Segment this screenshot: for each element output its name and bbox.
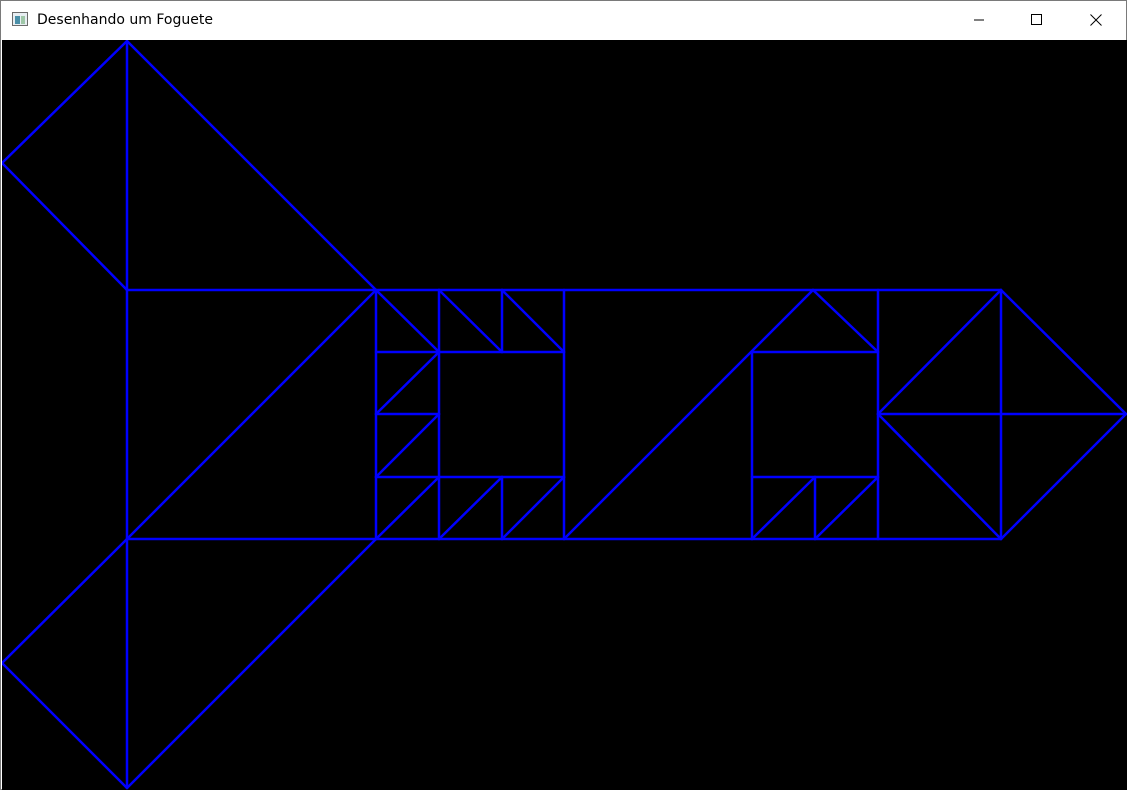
drawing-canvas <box>2 40 1127 790</box>
module-1-line <box>500 475 566 541</box>
window-title: Desenhando um Foguete <box>37 12 213 28</box>
nose-line <box>876 412 1003 541</box>
lower-fin-line <box>2 661 129 790</box>
module-1-line <box>374 288 441 354</box>
module-1-line <box>437 475 504 541</box>
app-window: Desenhando um Foguete <box>0 0 1127 790</box>
minimize-icon <box>974 19 984 21</box>
upper-fin-line <box>125 40 378 292</box>
nose-line <box>876 288 1003 416</box>
rocket-drawing <box>2 40 1127 790</box>
upper-fin-line <box>2 40 129 165</box>
minimize-button[interactable] <box>956 1 1002 39</box>
nose-line <box>999 412 1127 541</box>
lower-fin-line <box>125 537 378 790</box>
module-2-line <box>811 288 880 354</box>
module-1-line <box>500 288 566 354</box>
tail-block-line <box>125 288 378 541</box>
close-icon <box>1090 14 1102 26</box>
close-button[interactable] <box>1073 1 1119 39</box>
lower-fin-line <box>2 537 129 665</box>
module-2-line <box>813 475 880 541</box>
app-window-icon[interactable] <box>12 12 28 26</box>
title-bar[interactable]: Desenhando um Foguete <box>1 1 1126 39</box>
module-1-line <box>437 288 504 354</box>
upper-fin-line <box>2 161 129 292</box>
module-1-line <box>374 412 441 479</box>
module-2-line <box>750 475 817 541</box>
module-1-line <box>374 475 441 541</box>
maximize-icon <box>1031 14 1042 25</box>
nose-line <box>999 288 1127 416</box>
body-diagonal-line <box>562 288 815 541</box>
maximize-button[interactable] <box>1014 1 1060 39</box>
module-1-line <box>374 350 441 416</box>
